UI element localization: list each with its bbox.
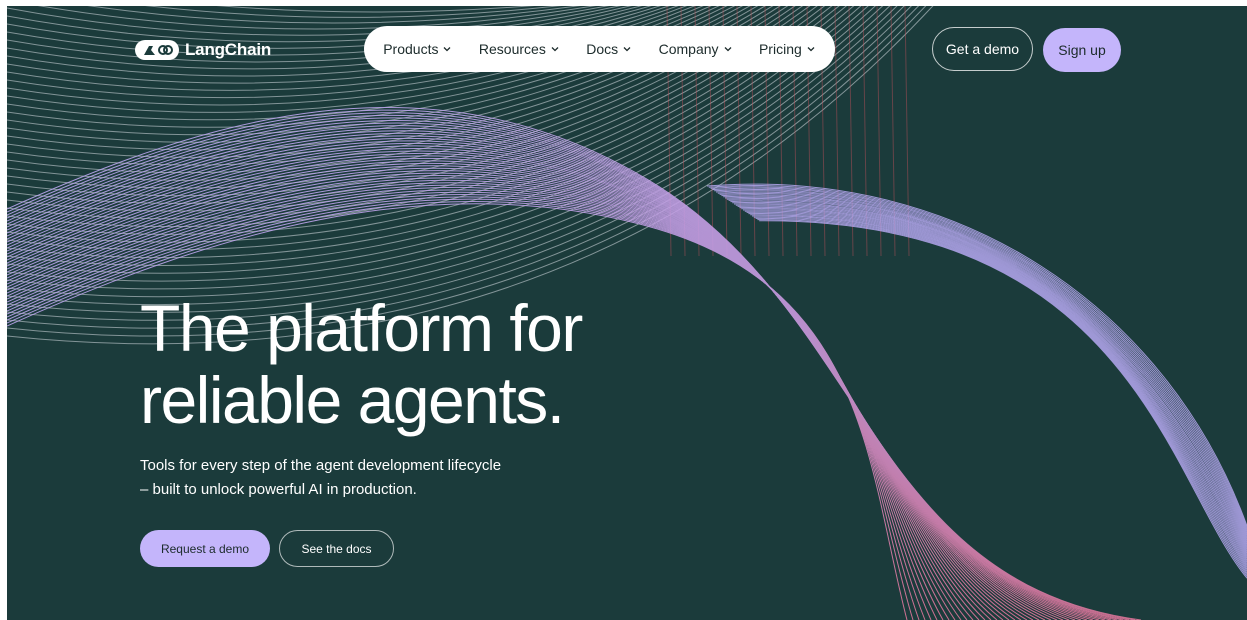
parrot-link-icon	[135, 40, 179, 60]
get-demo-button[interactable]: Get a demo	[932, 27, 1033, 71]
background-line	[735, 204, 1247, 556]
hero-section: LangChain Products Resources Docs Compan…	[7, 6, 1247, 620]
nav-item-label: Docs	[586, 41, 619, 57]
nav-item-label: Resources	[478, 41, 546, 57]
see-docs-button[interactable]: See the docs	[279, 530, 394, 567]
background-line	[732, 201, 1247, 552]
hero-subtitle: Tools for every step of the agent develo…	[140, 454, 560, 502]
nav-item-label: Pricing	[758, 41, 802, 57]
right-arc-lines	[706, 183, 1247, 579]
background-line	[741, 208, 1247, 561]
brand-name: LangChain	[185, 40, 272, 59]
nav-item-label: Products	[383, 41, 439, 57]
nav-item-products[interactable]: Products	[383, 41, 452, 57]
main-nav: Products Resources Docs Company Pricing	[364, 26, 835, 72]
hero-headline: The platform for reliable agents.	[140, 291, 583, 437]
nav-item-docs[interactable]: Docs	[586, 41, 632, 57]
hero-headline-line1: The platform for	[140, 291, 583, 365]
chevron-down-icon	[807, 47, 815, 52]
hero-subtitle-line1: Tools for every step of the agent develo…	[140, 457, 502, 474]
hero-headline-line2: reliable agents.	[140, 363, 565, 437]
background-line	[737, 205, 1247, 557]
chevron-down-icon	[551, 47, 559, 52]
nav-item-resources[interactable]: Resources	[479, 41, 560, 57]
background-line	[728, 199, 1247, 548]
brand-logo[interactable]: LangChain	[135, 40, 271, 60]
nav-item-label: Company	[658, 41, 719, 57]
background-line	[757, 219, 1247, 577]
sign-up-button[interactable]: Sign up	[1043, 28, 1121, 72]
request-demo-button[interactable]: Request a demo	[140, 530, 270, 567]
background-line	[739, 206, 1247, 559]
chevron-down-icon	[724, 47, 731, 52]
chevron-down-icon	[623, 47, 631, 52]
hero-subtitle-line2: – built to unlock powerful AI in product…	[140, 481, 417, 498]
background-line	[730, 200, 1247, 550]
nav-item-pricing[interactable]: Pricing	[759, 41, 816, 57]
chevron-down-icon	[444, 47, 451, 52]
nav-item-company[interactable]: Company	[659, 41, 733, 57]
